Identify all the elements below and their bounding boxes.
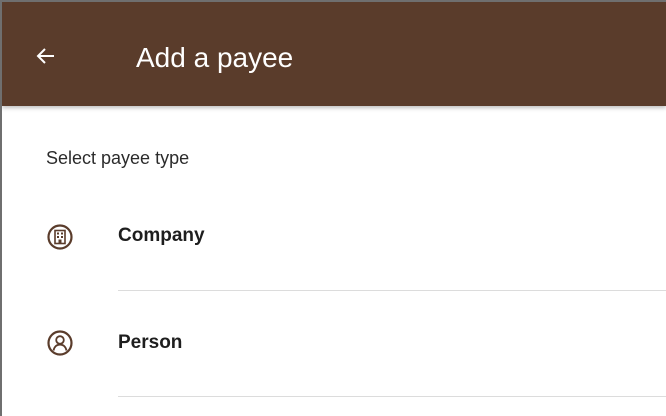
option-person[interactable]: Person — [2, 292, 666, 398]
back-button[interactable] — [28, 38, 64, 74]
section-label: Select payee type — [46, 148, 190, 168]
screen: Add a payee Select payee type Company Pe… — [0, 0, 666, 416]
divider — [118, 396, 666, 397]
arrow-left-icon — [36, 48, 54, 64]
divider — [118, 290, 666, 291]
app-bar: Add a payee — [2, 2, 666, 106]
option-label: Person — [118, 332, 183, 353]
person-icon — [46, 329, 74, 357]
option-company[interactable]: Company — [2, 186, 666, 292]
building-icon — [46, 223, 74, 251]
page-title: Add a payee — [136, 42, 294, 73]
option-label: Company — [118, 225, 205, 246]
